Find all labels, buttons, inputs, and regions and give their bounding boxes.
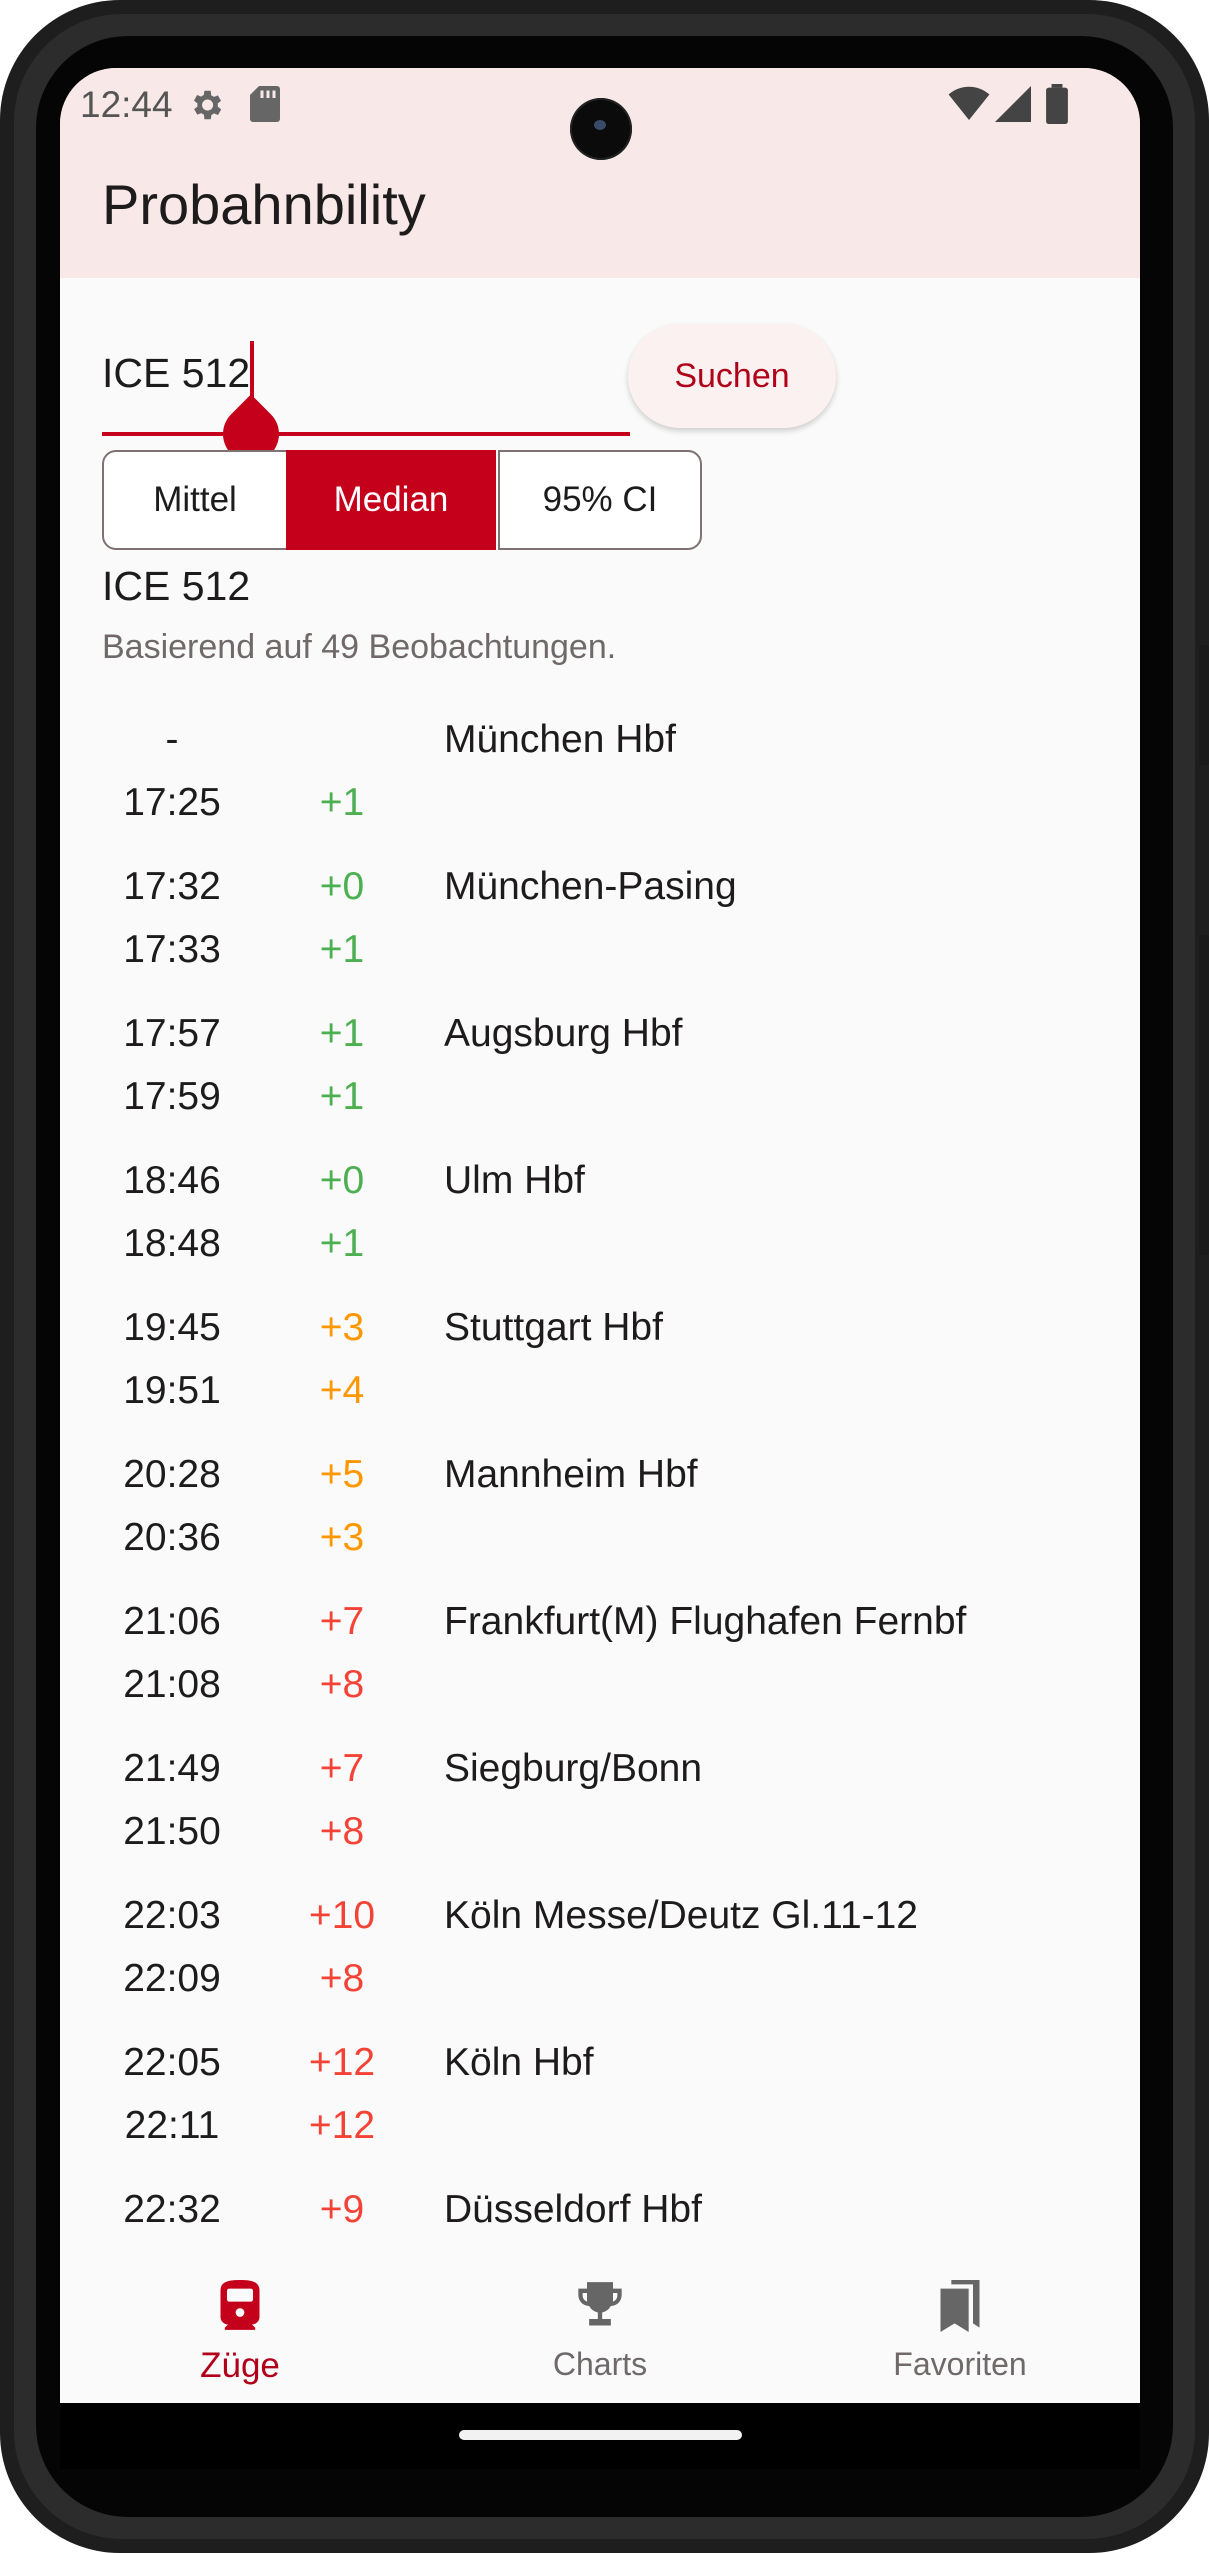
stop-row[interactable]: 19:45 +3 Stuttgart Hbf 19:51 +4 xyxy=(60,1306,1140,1453)
arrival-time: 17:57 xyxy=(123,1012,221,1055)
arrival-delay: +12 xyxy=(308,2041,376,2084)
departure-time: 21:08 xyxy=(123,1663,221,1706)
stop-row[interactable]: 17:57 +1 Augsburg Hbf 17:59 +1 xyxy=(60,1012,1140,1159)
arrival-time: 21:06 xyxy=(123,1600,221,1643)
stop-row[interactable]: 20:28 +5 Mannheim Hbf 20:36 +3 xyxy=(60,1453,1140,1600)
arrival-delay: +9 xyxy=(319,2188,365,2231)
departure-delay: +8 xyxy=(319,1663,365,1706)
station-name: Ulm Hbf xyxy=(444,1159,585,1202)
battery-icon xyxy=(1046,84,1068,124)
status-time: 12:44 xyxy=(80,84,173,125)
trophy-icon xyxy=(578,2282,622,2326)
stop-row[interactable]: 18:46 +0 Ulm Hbf 18:48 +1 xyxy=(60,1159,1140,1306)
mode-median-button[interactable]: Median xyxy=(286,450,496,550)
home-indicator[interactable] xyxy=(459,2430,742,2440)
nav-charts[interactable]: Charts xyxy=(420,2228,780,2403)
departure-time: 22:09 xyxy=(123,1957,221,2000)
station-name: Stuttgart Hbf xyxy=(444,1306,663,1349)
departure-time: 21:50 xyxy=(123,1810,221,1853)
departure-time: 20:36 xyxy=(123,1516,221,1559)
departure-delay: +1 xyxy=(319,928,365,971)
arrival-delay: +5 xyxy=(319,1453,365,1496)
nav-label-zuege: Züge xyxy=(200,2346,280,2385)
nav-zuege[interactable]: Züge xyxy=(60,2228,420,2403)
arrival-time: 22:03 xyxy=(123,1894,221,1937)
arrival-delay: +0 xyxy=(319,865,365,908)
station-name: Köln Messe/Deutz Gl.11-12 xyxy=(444,1894,918,1937)
settings-gear-icon xyxy=(193,90,222,120)
departure-time: 18:48 xyxy=(123,1222,221,1265)
mode-mittel-button[interactable]: Mittel xyxy=(102,450,288,550)
arrival-delay: +7 xyxy=(319,1600,365,1643)
departure-time: 22:11 xyxy=(124,2104,220,2147)
arrival-time: 22:05 xyxy=(123,2041,221,2084)
arrival-delay: +7 xyxy=(319,1747,365,1790)
nav-label-favoriten: Favoriten xyxy=(893,2346,1027,2382)
stop-list[interactable]: - München Hbf 17:25 +1 17:32 +0 München-Pasing… xyxy=(60,718,1140,2298)
arrival-time: - xyxy=(165,718,179,761)
arrival-delay: +0 xyxy=(319,1159,365,1202)
app-bar: 12:44 Probahnbility xyxy=(60,68,1140,278)
arrival-delay: +10 xyxy=(308,1894,376,1937)
arrival-time: 21:49 xyxy=(123,1747,221,1790)
departure-delay: +12 xyxy=(308,2104,376,2147)
arrival-time: 18:46 xyxy=(123,1159,221,1202)
departure-delay: +1 xyxy=(319,1075,365,1118)
station-name: Augsburg Hbf xyxy=(444,1012,683,1055)
stop-row[interactable]: 22:03 +10 Köln Messe/Deutz Gl.11-12 22:09 +8 xyxy=(60,1894,1140,2041)
mode-95ci-button[interactable]: 95% CI xyxy=(498,450,702,550)
screen: 12:44 Probahnbility ICE 512 Suchen Mitte… xyxy=(60,68,1140,2403)
departure-time: 17:59 xyxy=(123,1075,221,1118)
nav-favoriten[interactable]: Favoriten xyxy=(780,2228,1140,2403)
station-name: Köln Hbf xyxy=(444,2041,594,2084)
departure-delay: +4 xyxy=(319,1369,365,1412)
station-name: Mannheim Hbf xyxy=(444,1453,698,1496)
stop-row[interactable]: 22:05 +12 Köln Hbf 22:11 +12 xyxy=(60,2041,1140,2188)
bottom-navigation: Züge Charts Favoriten xyxy=(60,2228,1140,2403)
station-name: Frankfurt(M) Flughafen Fernbf xyxy=(444,1600,967,1643)
arrival-delay: +1 xyxy=(319,1012,365,1055)
cell-signal-icon xyxy=(995,86,1031,122)
departure-time: 19:51 xyxy=(123,1369,221,1412)
arrival-delay: +3 xyxy=(319,1306,365,1349)
arrival-time: 22:32 xyxy=(123,2188,221,2231)
stop-row[interactable]: 21:06 +7 Frankfurt(M) Flughafen Fernbf 21:0… xyxy=(60,1600,1140,1747)
departure-delay: +8 xyxy=(319,1957,365,2000)
station-name: Düsseldorf Hbf xyxy=(444,2188,702,2231)
sd-card-icon xyxy=(250,86,280,122)
stop-row[interactable]: 21:49 +7 Siegburg/Bonn 21:50 +8 xyxy=(60,1747,1140,1894)
train-title: ICE 512 xyxy=(102,563,251,609)
departure-time: 17:25 xyxy=(123,781,221,824)
arrival-time: 17:32 xyxy=(123,865,221,908)
train-icon xyxy=(220,2280,260,2330)
station-name: München Hbf xyxy=(444,718,676,761)
departure-delay: +1 xyxy=(319,781,365,824)
app-title: Probahnbility xyxy=(102,173,426,236)
volume-button xyxy=(1199,935,1209,1255)
train-search-input[interactable]: ICE 512 xyxy=(102,350,250,397)
departure-delay: +8 xyxy=(319,1810,365,1853)
stop-row[interactable]: - München Hbf 17:25 +1 xyxy=(60,718,1140,865)
search-input-underline xyxy=(102,432,630,436)
power-button xyxy=(1199,645,1209,765)
wifi-icon xyxy=(948,86,990,120)
bookmarks-icon xyxy=(940,2280,980,2332)
front-camera xyxy=(570,98,632,160)
search-button[interactable]: Suchen xyxy=(628,324,836,428)
stop-row[interactable]: 17:32 +0 München-Pasing 17:33 +1 xyxy=(60,865,1140,1012)
departure-delay: +1 xyxy=(319,1222,365,1265)
departure-time: 17:33 xyxy=(123,928,221,971)
arrival-time: 19:45 xyxy=(123,1306,221,1349)
station-name: Siegburg/Bonn xyxy=(444,1747,703,1790)
observations-note: Basierend auf 49 Beobachtungen. xyxy=(102,628,617,666)
arrival-time: 20:28 xyxy=(123,1453,221,1496)
departure-delay: +3 xyxy=(319,1516,365,1559)
nav-label-charts: Charts xyxy=(552,2346,648,2382)
station-name: München-Pasing xyxy=(444,865,737,908)
